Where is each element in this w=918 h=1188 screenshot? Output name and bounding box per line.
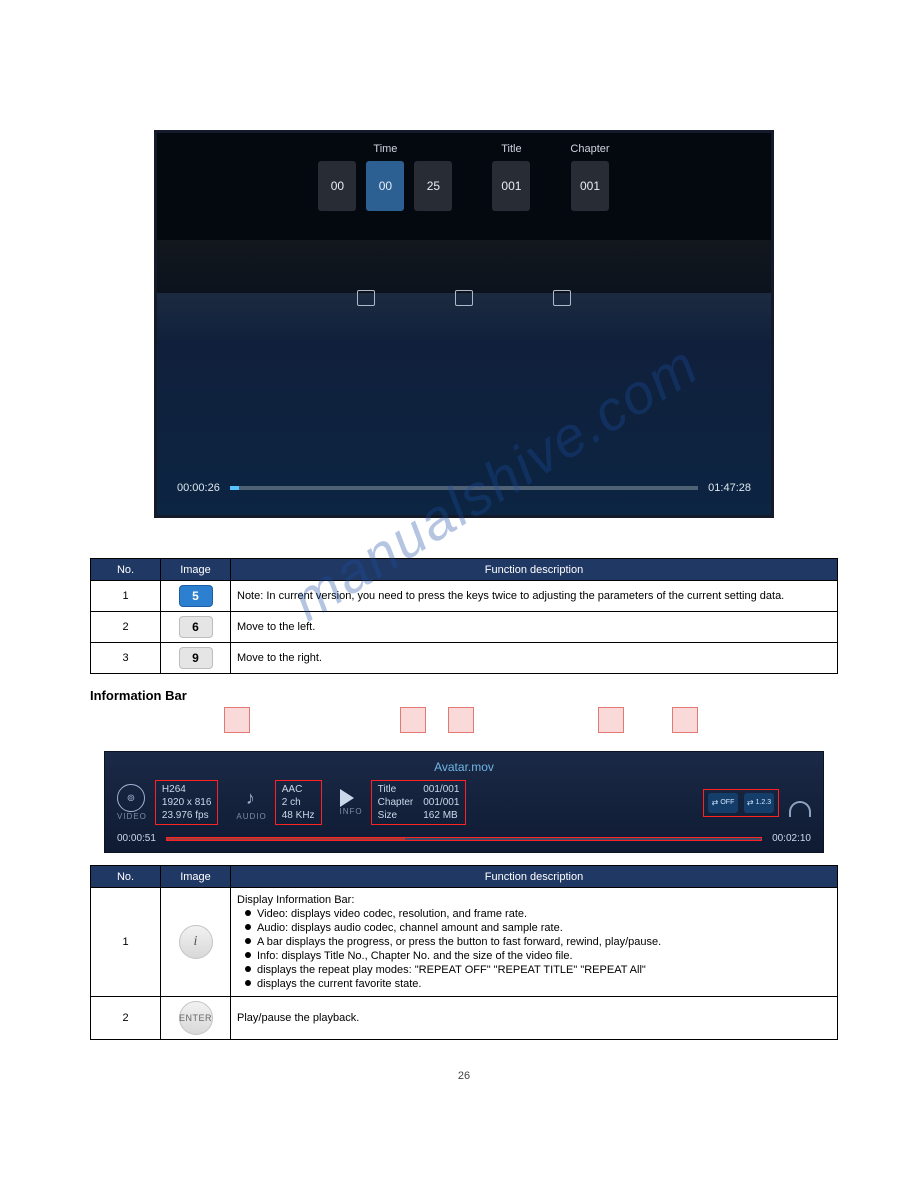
row-no: 1 (91, 888, 161, 997)
desc-line: Video: displays video codec, resolution,… (237, 908, 831, 920)
media-filename: Avatar.mov (117, 760, 811, 774)
keycap[interactable]: 6 (179, 616, 213, 638)
time-hh[interactable]: 00 (318, 161, 356, 211)
chapter-label: Chapter (570, 143, 609, 155)
video-fps: 23.976 fps (162, 809, 212, 822)
infobar: Avatar.mov ⊚ VIDEO H264 1920 x 816 23.97… (104, 751, 824, 853)
audio-info-box: AAC 2 ch 48 KHz (275, 780, 322, 825)
infobar-figure: 12345 Avatar.mov ⊚ VIDEO H264 1920 x 816… (104, 707, 824, 853)
film-reel-icon: ⊚ (117, 784, 145, 812)
info-value: 001/001 (423, 783, 459, 796)
media-info-box: Title 001/001 Chapter 001/001 Size 162 MB (371, 780, 467, 825)
clock-icon (357, 290, 375, 306)
repeat-mode-box: ⇄OFF ⇄1.2.3 (703, 789, 779, 817)
row-no: 3 (91, 643, 161, 674)
keycap[interactable]: 5 (179, 585, 213, 607)
desc-line: displays the current favorite state. (237, 978, 831, 990)
table-row: 2 ENTER Play/pause the playback. (91, 997, 838, 1040)
video-codec: H264 (162, 783, 212, 796)
callout-1: 1 (224, 707, 250, 733)
desc-line: Display Information Bar: (237, 894, 831, 906)
callout-5: 5 (672, 707, 698, 733)
enter-button[interactable]: ENTER (179, 1001, 213, 1035)
info-key: Size (378, 809, 414, 822)
audio-codec: AAC (282, 783, 315, 796)
info-section-label: INFO (340, 807, 363, 816)
repeat-off-icon: ⇄OFF (708, 793, 738, 813)
progress-bar[interactable] (230, 486, 698, 490)
info-button[interactable]: i (179, 925, 213, 959)
page-number: 26 (90, 1070, 838, 1082)
callout-4: 4 (598, 707, 624, 733)
info-value: 162 MB (423, 809, 459, 822)
row-desc: Move to the right. (231, 643, 838, 674)
row-no: 2 (91, 997, 161, 1040)
info-key: Chapter (378, 796, 414, 809)
info-value: 001/001 (423, 796, 459, 809)
ib-elapsed: 00:00:51 (117, 833, 156, 844)
time-label: Time (318, 143, 452, 155)
audio-channels: 2 ch (282, 796, 315, 809)
audio-rate: 48 KHz (282, 809, 315, 822)
time-mm[interactable]: 00 (366, 161, 404, 211)
play-icon (340, 789, 354, 807)
desc-line: A bar displays the progress, or press th… (237, 936, 831, 948)
col-desc: Function description (231, 559, 838, 581)
row-desc: Note: In current version, you need to pr… (231, 581, 838, 612)
desc-line: Audio: displays audio codec, channel amo… (237, 922, 831, 934)
col-no: No. (91, 866, 161, 888)
infobar-keys-table: No. Image Function description 1 i Displ… (90, 865, 838, 1040)
video-section-label: VIDEO (117, 812, 147, 821)
callout-2: 2 (400, 707, 426, 733)
section-heading: Information Bar (90, 688, 838, 703)
col-image: Image (161, 866, 231, 888)
col-image: Image (161, 559, 231, 581)
ib-track[interactable] (166, 837, 762, 841)
audio-section-label: AUDIO (236, 812, 266, 821)
goto-keys-table: No. Image Function description 15 Note: I… (90, 558, 838, 674)
video-player: Time 00 00 25 Title 001 Chapter 001 00 (154, 130, 774, 518)
repeat-123-icon: ⇄1.2.3 (744, 793, 774, 813)
row-desc: Play/pause the playback. (231, 997, 838, 1040)
wifi-icon (789, 801, 811, 817)
table-row: 1 i Display Information Bar: Video: displ… (91, 888, 838, 997)
disc-icon (455, 290, 473, 306)
table-row: 26 Move to the left. (91, 612, 838, 643)
table-row: 39 Move to the right. (91, 643, 838, 674)
table-row: 15 Note: In current version, you need to … (91, 581, 838, 612)
total-time: 01:47:28 (708, 482, 751, 494)
col-desc: Function description (231, 866, 838, 888)
music-note-icon: ♪ (236, 784, 264, 812)
ib-total: 00:02:10 (772, 833, 811, 844)
row-desc: Display Information Bar: Video: displays … (231, 888, 838, 997)
chapter-value[interactable]: 001 (571, 161, 609, 211)
title-label: Title (492, 143, 530, 155)
goto-overlay: Time 00 00 25 Title 001 Chapter 001 (157, 133, 771, 293)
overlay-icon-row (157, 290, 771, 306)
row-no: 2 (91, 612, 161, 643)
player-progress[interactable]: 00:00:26 01:47:28 (177, 477, 751, 499)
time-ss[interactable]: 25 (414, 161, 452, 211)
video-resolution: 1920 x 816 (162, 796, 212, 809)
col-no: No. (91, 559, 161, 581)
row-desc: Move to the left. (231, 612, 838, 643)
desc-line: Info: displays Title No., Chapter No. an… (237, 950, 831, 962)
desc-line: displays the repeat play modes: "REPEAT … (237, 964, 831, 976)
row-no: 1 (91, 581, 161, 612)
info-key: Title (378, 783, 414, 796)
title-value[interactable]: 001 (492, 161, 530, 211)
keycap[interactable]: 9 (179, 647, 213, 669)
elapsed-time: 00:00:26 (177, 482, 220, 494)
callout-3: 3 (448, 707, 474, 733)
film-icon (553, 290, 571, 306)
video-info-box: H264 1920 x 816 23.976 fps (155, 780, 219, 825)
infobar-progress: 00:00:51 00:02:10 (117, 833, 811, 844)
